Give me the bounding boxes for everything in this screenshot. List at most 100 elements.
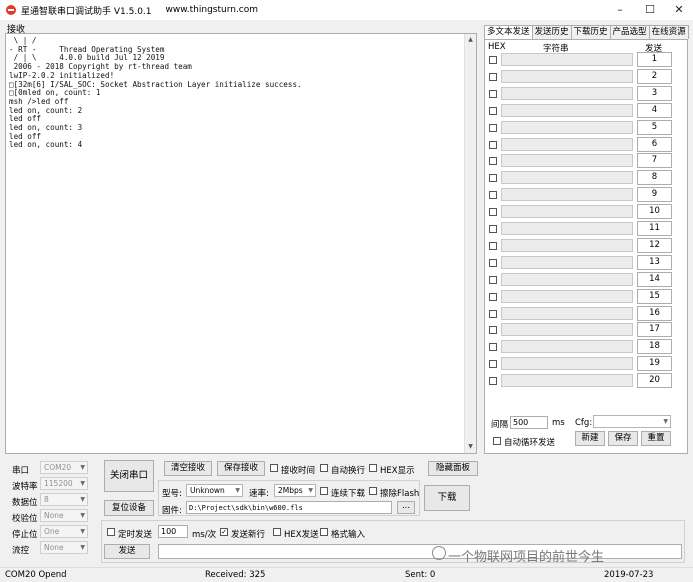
row-send-button[interactable]: 6	[637, 136, 672, 152]
row-string-input[interactable]	[501, 120, 633, 134]
row-hex-checkbox[interactable]	[489, 225, 497, 233]
new-config-button[interactable]: 新建	[575, 431, 605, 446]
row-hex-checkbox[interactable]	[489, 309, 497, 318]
row-string-input[interactable]	[501, 205, 633, 219]
row-string-input[interactable]	[501, 103, 633, 117]
send-newline-checkbox[interactable]: ✓	[220, 528, 228, 536]
row-string-input[interactable]	[501, 238, 633, 252]
auto-loop-checkbox[interactable]	[493, 437, 501, 445]
minimize-icon[interactable]: –	[606, 0, 634, 20]
row-send-button[interactable]: 10	[637, 204, 672, 220]
download-button[interactable]: 下载	[424, 485, 470, 511]
tab-send-history[interactable]: 发送历史	[531, 25, 572, 39]
row-send-button[interactable]: 3	[637, 85, 672, 101]
row-hex-checkbox[interactable]	[489, 326, 497, 335]
row-string-input[interactable]	[501, 171, 633, 185]
row-string-input[interactable]	[501, 323, 633, 337]
row-hex-checkbox[interactable]	[489, 258, 497, 267]
row-send-button[interactable]: 5	[637, 119, 672, 135]
row-hex-checkbox[interactable]	[489, 360, 497, 369]
row-send-button[interactable]: 8	[637, 170, 672, 186]
hex-send-checkbox[interactable]	[273, 528, 281, 536]
row-send-button[interactable]: 20	[637, 373, 672, 389]
row-hex-checkbox[interactable]	[489, 191, 497, 200]
scroll-up-icon[interactable]: ▲	[465, 34, 476, 46]
row-hex-checkbox[interactable]	[489, 377, 497, 386]
row-send-button[interactable]: 13	[637, 254, 672, 270]
interval-input[interactable]: 500	[510, 416, 548, 429]
row-send-button[interactable]: 2	[637, 68, 672, 84]
row-string-input[interactable]	[501, 306, 633, 320]
flow-select[interactable]: None ▼	[40, 541, 88, 554]
erase-flash-checkbox[interactable]	[369, 487, 377, 495]
tab-download-history[interactable]: 下载历史	[570, 25, 611, 39]
row-hex-checkbox[interactable]	[489, 72, 497, 81]
parity-select[interactable]: None ▼	[40, 509, 88, 522]
row-string-input[interactable]	[501, 69, 633, 83]
row-send-button[interactable]: 14	[637, 271, 672, 287]
reset-device-button[interactable]: 复位设备	[104, 500, 154, 516]
row-hex-checkbox[interactable]	[489, 157, 497, 166]
tab-multi-send[interactable]: 多文本发送	[484, 25, 533, 40]
cfg-select[interactable]: ▼	[593, 415, 671, 428]
row-hex-checkbox[interactable]	[489, 123, 497, 132]
row-hex-checkbox[interactable]	[489, 140, 497, 149]
timed-send-checkbox[interactable]	[107, 528, 115, 536]
row-hex-checkbox[interactable]	[489, 241, 497, 250]
row-string-input[interactable]	[501, 86, 633, 100]
row-send-button[interactable]: 18	[637, 339, 672, 355]
row-string-input[interactable]	[501, 255, 633, 269]
maximize-icon[interactable]: ☐	[636, 0, 664, 20]
row-hex-checkbox[interactable]	[489, 106, 497, 115]
timed-interval-input[interactable]: 100	[158, 525, 188, 538]
send-button[interactable]: 发送	[104, 544, 150, 559]
save-receive-button[interactable]: 保存接收	[217, 461, 265, 476]
receive-scrollbar[interactable]: ▲ ▼	[464, 34, 476, 453]
row-string-input[interactable]	[501, 154, 633, 168]
reset-config-button[interactable]: 重置	[641, 431, 671, 446]
row-string-input[interactable]	[501, 340, 633, 354]
row-hex-checkbox[interactable]	[489, 275, 497, 284]
databits-select[interactable]: 8 ▼	[40, 493, 88, 506]
row-send-button[interactable]: 7	[637, 153, 672, 169]
clear-receive-button[interactable]: 清空接收	[164, 461, 212, 476]
row-string-input[interactable]	[501, 374, 633, 388]
stopbits-select[interactable]: One ▼	[40, 525, 88, 538]
row-send-button[interactable]: 15	[637, 288, 672, 304]
row-string-input[interactable]	[501, 272, 633, 286]
row-hex-checkbox[interactable]	[489, 343, 497, 352]
row-send-button[interactable]: 11	[637, 221, 672, 236]
model-select[interactable]: Unknown ▼	[186, 484, 243, 497]
close-icon[interactable]: ✕	[665, 0, 693, 20]
row-send-button[interactable]: 9	[637, 187, 672, 203]
row-hex-checkbox[interactable]	[489, 208, 497, 217]
tab-product-select[interactable]: 产品选型	[609, 25, 650, 39]
port-select[interactable]: COM20 ▼	[40, 461, 88, 474]
firmware-path-input[interactable]: D:\Project\sdk\bin\w600.fls	[186, 501, 392, 514]
hex-display-checkbox[interactable]	[369, 464, 377, 472]
row-hex-checkbox[interactable]	[489, 174, 497, 183]
receive-textarea[interactable]: \ | / - RT - Thread Operating System / |…	[5, 33, 477, 454]
row-hex-checkbox[interactable]	[489, 56, 497, 64]
row-hex-checkbox[interactable]	[489, 292, 497, 301]
hide-panel-button[interactable]: 隐藏面板	[428, 461, 478, 476]
row-send-button[interactable]: 19	[637, 356, 672, 372]
row-string-input[interactable]	[501, 289, 633, 303]
row-hex-checkbox[interactable]	[489, 89, 497, 98]
save-config-button[interactable]: 保存	[608, 431, 638, 446]
row-string-input[interactable]	[501, 357, 633, 371]
format-input-checkbox[interactable]	[320, 528, 328, 536]
baud-select[interactable]: 115200 ▼	[40, 477, 88, 490]
scroll-down-icon[interactable]: ▼	[465, 441, 476, 453]
close-port-button[interactable]: 关闭串口	[104, 460, 154, 492]
row-string-input[interactable]	[501, 222, 633, 235]
tab-online-resources[interactable]: 在线资源	[648, 25, 689, 39]
auto-newline-checkbox[interactable]	[320, 464, 328, 472]
row-send-button[interactable]: 12	[637, 237, 672, 253]
continuous-download-checkbox[interactable]	[320, 487, 328, 495]
row-string-input[interactable]	[501, 53, 633, 66]
browse-button[interactable]: ...	[397, 501, 415, 514]
rate-select[interactable]: 2Mbps ▼	[274, 484, 316, 497]
row-send-button[interactable]: 1	[637, 52, 672, 67]
row-send-button[interactable]: 4	[637, 102, 672, 118]
